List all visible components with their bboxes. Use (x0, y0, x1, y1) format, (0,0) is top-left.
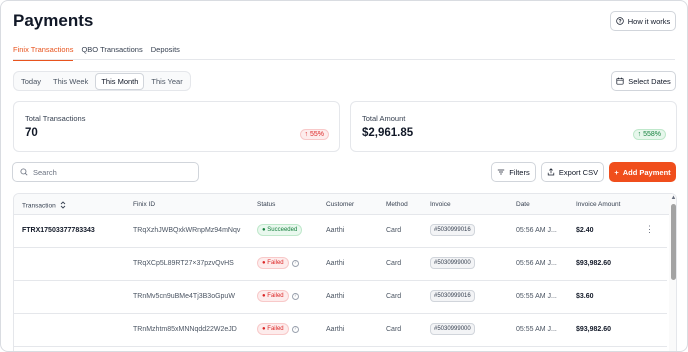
search-box (12, 162, 199, 182)
search-icon (20, 168, 28, 176)
table-row[interactable]: FTRX17503377783343 TRqXzhJWBQxkWRnpMz94m… (14, 215, 667, 248)
app-frame: Payments How it works Finix Transactions… (0, 0, 688, 352)
total-transactions-change-badge: ↑ 55% (299, 129, 329, 140)
select-dates-button[interactable]: Select Dates (611, 71, 676, 91)
column-header-transaction[interactable]: Transaction (22, 201, 66, 211)
method: Card (386, 260, 402, 267)
date-range-toggle: Today This Week This Month This Year (13, 71, 191, 91)
method: Card (386, 227, 402, 234)
info-circle-icon (616, 17, 624, 25)
more-options-icon[interactable]: ⋮ (645, 225, 654, 234)
plus-icon: + (614, 167, 619, 177)
total-amount-change-badge: ↑ 558% (632, 129, 666, 140)
transactions-table: Transaction Finix ID Status Customer Met… (13, 193, 677, 351)
status-cell: ● Failed ? (257, 323, 299, 335)
method: Card (386, 326, 402, 333)
total-transactions-change: 55% (309, 131, 324, 138)
add-payment-button[interactable]: + Add Payment (609, 162, 676, 182)
column-header-invoice: Invoice (430, 201, 451, 208)
how-it-works-label: How it works (627, 16, 671, 26)
table-row[interactable]: TRnMv5cn9uBMe4Tj3B3oGpuW ● Failed ? Aart… (14, 281, 667, 314)
export-csv-label: Export CSV (558, 167, 599, 177)
range-this-year-button[interactable]: This Year (146, 74, 187, 89)
scroll-up-icon[interactable]: ▲ (670, 195, 676, 201)
customer: Aarthi (326, 227, 345, 234)
total-transactions-value: 70 (25, 127, 38, 139)
customer: Aarthi (326, 293, 345, 300)
status-badge: ● Succeeded (257, 224, 303, 236)
date: 05:55 AM J... (516, 326, 557, 333)
date: 05:56 AM J... (516, 227, 557, 234)
finix-id: TRqXCp5L89RT27×37pzvQvHS (133, 260, 234, 267)
calendar-icon (616, 77, 624, 85)
invoice-badge[interactable]: #5030999016 (430, 290, 475, 302)
tab-divider (13, 59, 675, 60)
question-circle-icon[interactable]: ? (291, 325, 299, 333)
upload-icon (547, 168, 555, 176)
customer: Aarthi (326, 326, 345, 333)
invoice-amount: $93,982.60 (576, 260, 612, 267)
status-badge: ● Failed (257, 257, 289, 269)
transaction-id: FTRX17503377783343 (22, 227, 95, 234)
status-cell: ● Failed ? (257, 257, 299, 269)
filters-label: Filters (509, 167, 530, 177)
question-circle-icon[interactable]: ? (291, 259, 299, 267)
total-amount-label: Total Amount (362, 114, 406, 123)
invoice-amount: $2.40 (576, 227, 594, 234)
finix-id: TRqXzhJWBQxkWRnpMz94mNqv (133, 227, 241, 234)
column-header-status: Status (257, 201, 276, 208)
export-csv-button[interactable]: Export CSV (541, 162, 604, 182)
customer: Aarthi (326, 260, 345, 267)
invoice-amount: $3.60 (576, 293, 594, 300)
filter-icon (498, 169, 505, 175)
range-this-month-button[interactable]: This Month (95, 72, 145, 90)
total-amount-card: Total Amount $2,961.85 ↑ 558% (350, 101, 677, 152)
finix-id: TRnMv5cn9uBMe4Tj3B3oGpuW (133, 293, 235, 300)
question-circle-icon[interactable]: ? (291, 292, 299, 300)
range-this-week-button[interactable]: This Week (48, 74, 93, 89)
add-payment-label: Add Payment (622, 167, 671, 177)
column-header-customer: Customer (326, 201, 355, 208)
total-transactions-label: Total Transactions (25, 114, 86, 123)
status-cell: ● Succeeded (257, 224, 303, 236)
status-badge: ● Failed (257, 290, 289, 302)
column-header-finix-id: Finix ID (133, 201, 156, 208)
finix-id: TRnMzhtm85xMNNqdd22W2eJD (133, 326, 237, 333)
sort-icon[interactable] (60, 201, 66, 211)
total-amount-value: $2,961.85 (362, 127, 414, 139)
date: 05:55 AM J... (516, 293, 557, 300)
table-row[interactable]: TRqXCp5L89RT27×37pzvQvHS ● Failed ? Aart… (14, 248, 667, 281)
column-header-invoice-amount: Invoice Amount (576, 201, 621, 208)
method: Card (386, 293, 402, 300)
total-transactions-card: Total Transactions 70 ↑ 55% (13, 101, 340, 152)
invoice-amount: $93,982.60 (576, 326, 612, 333)
table-scrollbar[interactable]: ▲ (669, 194, 676, 351)
invoice-badge[interactable]: #5030999000 (430, 323, 475, 335)
total-amount-change: 558% (643, 131, 661, 138)
invoice-badge[interactable]: #5030999016 (430, 224, 475, 236)
select-dates-label: Select Dates (628, 76, 671, 86)
range-today-button[interactable]: Today (16, 74, 46, 89)
status-badge: ● Failed (257, 323, 289, 335)
status-cell: ● Failed ? (257, 290, 299, 302)
column-header-date: Date (516, 201, 530, 208)
filters-button[interactable]: Filters (491, 162, 536, 182)
table-header: Transaction Finix ID Status Customer Met… (14, 194, 676, 215)
how-it-works-button[interactable]: How it works (610, 11, 676, 31)
date: 05:56 AM J... (516, 260, 557, 267)
invoice-badge[interactable]: #5030999000 (430, 257, 475, 269)
table-row[interactable]: TRnMzhtm85xMNNqdd22W2eJD ● Failed ? Aart… (14, 314, 667, 347)
arrow-up-icon: ↑ (637, 131, 642, 138)
search-input[interactable] (33, 167, 183, 177)
page-title: Payments (13, 11, 94, 30)
scrollbar-thumb[interactable] (671, 204, 676, 280)
arrow-up-icon: ↑ (304, 131, 309, 138)
column-header-method: Method (386, 201, 408, 208)
